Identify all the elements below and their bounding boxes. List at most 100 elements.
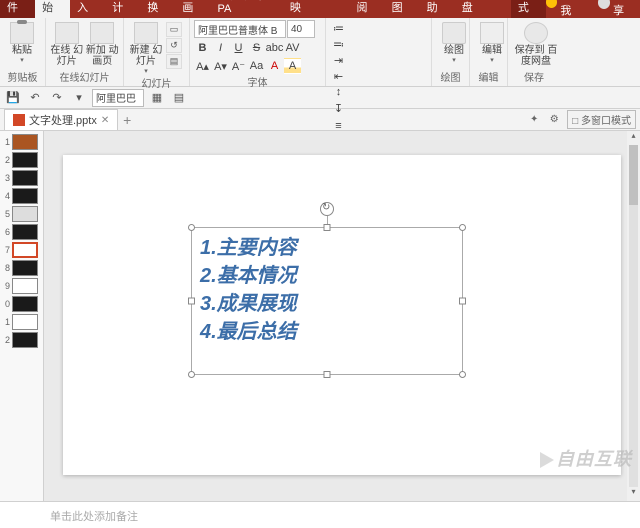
paste-button[interactable]: 粘贴▾ <box>4 20 40 64</box>
thumb-row[interactable]: 0 <box>0 295 43 313</box>
resize-handle-ne[interactable] <box>459 224 466 231</box>
numbering-button[interactable]: ≕ <box>330 36 347 52</box>
resize-handle-sw[interactable] <box>188 371 195 378</box>
underline-button[interactable]: U <box>230 40 247 56</box>
thumb[interactable] <box>12 152 38 168</box>
text-content[interactable]: 1.主要内容2.基本情况3.成果展现4.最后总结 <box>192 228 462 352</box>
indent-dec-button[interactable]: ⇤ <box>330 68 347 84</box>
thumb[interactable] <box>12 242 38 258</box>
font-name-combo[interactable]: 阿里巴巴普惠体 B <box>194 20 286 38</box>
multi-window-button[interactable]: □ 多窗口模式 <box>567 110 636 129</box>
qat-font-combo[interactable]: 阿里巴巴 <box>92 89 144 107</box>
highlight-button[interactable]: A <box>284 58 301 74</box>
thumbnail-pane[interactable]: 123456789012 <box>0 131 44 501</box>
thumb[interactable] <box>12 314 38 330</box>
thumb[interactable] <box>12 170 38 186</box>
bullets-button[interactable]: ≔ <box>330 20 347 36</box>
new-slide-button[interactable]: 新建 幻灯片▾ <box>128 20 164 75</box>
gear-icon[interactable]: ⚙ <box>547 113 561 127</box>
thumb-row[interactable]: 7 <box>0 241 43 259</box>
tab-slideshow[interactable]: 幻灯片放映 <box>283 0 350 18</box>
new-tab-button[interactable]: + <box>118 112 136 128</box>
online-slide-button[interactable]: 在线 幻灯片 <box>50 20 84 69</box>
strike-button[interactable]: S <box>248 40 265 56</box>
bold-button[interactable]: B <box>194 40 211 56</box>
resize-handle-s[interactable] <box>324 371 331 378</box>
text-box[interactable]: 1.主要内容2.基本情况3.成果展现4.最后总结 <box>191 227 463 375</box>
scroll-down-icon[interactable]: ▾ <box>627 487 640 501</box>
reset-button[interactable]: ↺ <box>166 38 182 53</box>
tab-review[interactable]: 审阅 <box>349 0 384 18</box>
qat-cal-button[interactable]: ▤ <box>170 90 188 106</box>
redo-button[interactable]: ↷ <box>48 90 66 106</box>
shadow-button[interactable]: abc <box>266 40 283 56</box>
resize-handle-w[interactable] <box>188 298 195 305</box>
new-anim-button[interactable]: 新加 动画页 <box>86 20 120 69</box>
layout-button[interactable]: ▭ <box>166 22 182 37</box>
notes-pane[interactable]: 单击此处添加备注 <box>0 501 640 528</box>
resize-handle-n[interactable] <box>324 224 331 231</box>
thumb-row[interactable]: 2 <box>0 151 43 169</box>
thumb[interactable] <box>12 206 38 222</box>
thumb-row[interactable]: 2 <box>0 331 43 349</box>
slide-canvas[interactable]: 1.主要内容2.基本情况3.成果展现4.最后总结 <box>63 155 621 475</box>
change-case-button[interactable]: Aa <box>248 58 265 74</box>
file-tab[interactable]: 文字处理.pptx ✕ <box>4 109 118 130</box>
font-size-combo[interactable]: 40 <box>287 20 315 38</box>
close-tab-icon[interactable]: ✕ <box>101 115 109 126</box>
tab-format[interactable]: 格式 <box>511 0 546 18</box>
section-button[interactable]: ▤ <box>166 54 182 69</box>
extension-icon[interactable]: ✦ <box>527 113 541 127</box>
thumb[interactable] <box>12 278 38 294</box>
tab-insert[interactable]: 插入 <box>70 0 105 18</box>
italic-button[interactable]: I <box>212 40 229 56</box>
thumb[interactable] <box>12 260 38 276</box>
share-button[interactable]: 共享 <box>598 0 634 18</box>
tab-animation[interactable]: 动画 <box>175 0 210 18</box>
thumb-row[interactable]: 3 <box>0 169 43 187</box>
tab-transition[interactable]: 切换 <box>140 0 175 18</box>
grow-font-button[interactable]: A▴ <box>194 58 211 74</box>
thumb-row[interactable]: 5 <box>0 205 43 223</box>
shrink-font-button[interactable]: A▾ <box>212 58 229 74</box>
tell-me[interactable]: 告诉我 <box>546 0 592 18</box>
font-color-button[interactable]: A <box>266 58 283 74</box>
edit-button[interactable]: 编辑▾ <box>474 20 510 64</box>
scroll-up-icon[interactable]: ▴ <box>627 131 640 145</box>
tab-view[interactable]: 视图 <box>385 0 420 18</box>
text-dir-button[interactable]: ↧ <box>330 100 347 116</box>
thumb-row[interactable]: 9 <box>0 277 43 295</box>
tab-design[interactable]: 设计 <box>105 0 140 18</box>
thumb[interactable] <box>12 134 38 150</box>
resize-handle-e[interactable] <box>459 298 466 305</box>
thumb-row[interactable]: 6 <box>0 223 43 241</box>
tab-help[interactable]: 帮助 <box>420 0 455 18</box>
tab-home[interactable]: 开始 <box>35 0 70 18</box>
save-button[interactable]: 💾 <box>4 90 22 106</box>
rotate-handle[interactable] <box>320 202 334 216</box>
indent-inc-button[interactable]: ⇥ <box>330 52 347 68</box>
draw-button[interactable]: 绘图▾ <box>436 20 472 64</box>
thumb-row[interactable]: 1 <box>0 133 43 151</box>
qat-dd[interactable]: ▾ <box>70 90 88 106</box>
qat-grid-button[interactable]: ▦ <box>148 90 166 106</box>
thumb[interactable] <box>12 224 38 240</box>
line-spacing-button[interactable]: ↕ <box>330 84 347 100</box>
tab-baidu[interactable]: 百度网盘 <box>455 0 511 18</box>
tab-file[interactable]: 文件 <box>0 0 35 18</box>
thumb[interactable] <box>12 296 38 312</box>
thumb-num: 5 <box>2 209 10 219</box>
undo-button[interactable]: ↶ <box>26 90 44 106</box>
scroll-thumb[interactable] <box>629 145 638 205</box>
thumb[interactable] <box>12 332 38 348</box>
thumb[interactable] <box>12 188 38 204</box>
save-baidu-button[interactable]: 保存到 百度网盘 <box>512 20 560 67</box>
spacing-button[interactable]: AV <box>284 40 301 56</box>
resize-handle-nw[interactable] <box>188 224 195 231</box>
clear-format-button[interactable]: A⁻ <box>230 58 247 74</box>
thumb-row[interactable]: 4 <box>0 187 43 205</box>
resize-handle-se[interactable] <box>459 371 466 378</box>
thumb-row[interactable]: 8 <box>0 259 43 277</box>
tab-pocket[interactable]: 口袋动画 PA <box>210 0 282 18</box>
thumb-row[interactable]: 1 <box>0 313 43 331</box>
